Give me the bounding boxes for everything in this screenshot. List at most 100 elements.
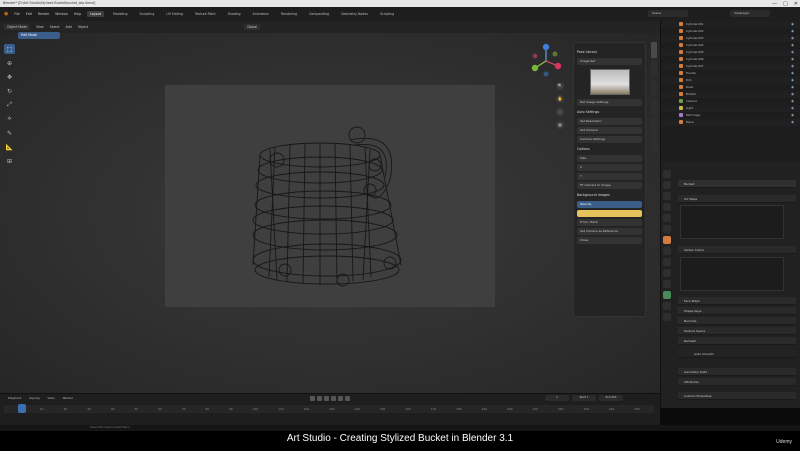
visibility-icon[interactable]: ◉	[791, 70, 794, 77]
tab-texture-paint[interactable]: Texture Paint	[192, 11, 219, 17]
bucket-wireframe[interactable]	[165, 85, 495, 307]
visibility-icon[interactable]: ◉	[791, 49, 794, 56]
end-frame-field[interactable]: End 250	[599, 395, 623, 401]
set-camera-reference-button[interactable]: Set Camera as Reference	[577, 228, 642, 235]
zoom-icon[interactable]: 🔍	[556, 82, 564, 90]
fit-camera-button[interactable]: Fit Camera to Image	[577, 182, 642, 189]
outliner-row[interactable]: Cylinder.003 ◉	[661, 35, 800, 42]
measure-icon[interactable]: 📐	[4, 142, 15, 152]
visibility-icon[interactable]: ◉	[791, 63, 794, 70]
visibility-icon[interactable]: ◉	[791, 84, 794, 91]
npanel-ref-settings[interactable]: Ref Image Settings	[577, 99, 642, 106]
close-icon[interactable]: ✕	[794, 1, 798, 7]
visibility-icon[interactable]: ◉	[791, 119, 794, 126]
navigation-gizmo[interactable]	[527, 42, 565, 80]
material-tab-icon[interactable]	[663, 302, 671, 310]
visibility-icon[interactable]: ◉	[791, 91, 794, 98]
tab-edit[interactable]	[651, 99, 657, 115]
tab-shading[interactable]: Shading	[225, 11, 244, 17]
blender-logo-icon[interactable]: ◉	[4, 11, 8, 17]
play-icon[interactable]	[331, 396, 336, 401]
outliner-row[interactable]: Cylinder.005 ◉	[661, 49, 800, 56]
outliner-row[interactable]: Cylinder.001 ◉	[661, 21, 800, 28]
vertex-color-list[interactable]	[680, 257, 784, 291]
timeline-menu-playback[interactable]: Playback	[8, 395, 21, 402]
constraints-tab-icon[interactable]	[663, 280, 671, 288]
tab-animation[interactable]: Animation	[250, 11, 272, 17]
visibility-icon[interactable]: ◉	[791, 98, 794, 105]
size-field[interactable]: Size	[577, 155, 642, 162]
outliner-row[interactable]: Handle ◉	[661, 70, 800, 77]
output-tab-icon[interactable]	[663, 192, 671, 200]
menu-edit[interactable]: Edit	[26, 12, 32, 16]
outliner-row[interactable]: Rivet ◉	[661, 84, 800, 91]
next-key-icon[interactable]	[338, 396, 343, 401]
data-tab-icon[interactable]	[663, 291, 671, 299]
cursor-icon[interactable]: ⊕	[4, 58, 15, 68]
set-resolution-button[interactable]: Set Resolution	[577, 118, 642, 125]
close-button[interactable]: Close	[577, 237, 642, 244]
menu-render[interactable]: Render	[38, 12, 49, 16]
tool-tab-icon[interactable]	[663, 170, 671, 178]
section-texture-space[interactable]: Texture Space	[678, 327, 796, 335]
auto-smooth-label[interactable]: Auto Smooth	[678, 350, 796, 358]
pan-icon[interactable]: ✋	[556, 95, 564, 103]
tab-addon-2[interactable]	[651, 137, 657, 153]
transform-icon[interactable]: ⟡	[4, 114, 15, 124]
visibility-icon[interactable]: ◉	[791, 112, 794, 119]
render-tab-icon[interactable]	[663, 181, 671, 189]
tab-sculpting[interactable]: Sculpting	[136, 11, 157, 17]
outliner-row[interactable]: Plane ◉	[661, 119, 800, 126]
menu-object[interactable]: Object	[78, 25, 88, 29]
uv-map-list[interactable]	[680, 205, 784, 239]
timeline-menu-keying[interactable]: Keying	[29, 395, 39, 402]
visibility-icon[interactable]: ◉	[791, 56, 794, 63]
visibility-icon[interactable]: ◉	[791, 21, 794, 28]
camera-settings-button[interactable]: Camera Settings	[577, 136, 642, 143]
annotate-icon[interactable]: ✎	[4, 128, 15, 138]
tab-item[interactable]	[651, 42, 657, 58]
tab-addon[interactable]	[651, 118, 657, 134]
section-uv-maps[interactable]: UV Maps	[678, 195, 796, 203]
view-layer-selector[interactable]: ViewLayer	[730, 10, 770, 17]
menu-help[interactable]: Help	[74, 12, 81, 16]
tab-rendering[interactable]: Rendering	[278, 11, 300, 17]
section-normals[interactable]: Normals	[678, 317, 796, 325]
modifier-tab-icon[interactable]	[663, 247, 671, 255]
outliner-row[interactable]: Bottom ◉	[661, 91, 800, 98]
section-geometry-data[interactable]: Geometry Data	[678, 368, 796, 376]
object-tab-icon[interactable]	[663, 236, 671, 244]
outliner[interactable]: Cylinder.001 ◉ Cylinder.002 ◉ Cylinder.003…	[660, 21, 800, 161]
section-vertex-colors[interactable]: Vertex Colors	[678, 246, 796, 254]
ortho-toggle-icon[interactable]: ▦	[556, 121, 564, 129]
menu-file[interactable]: File	[14, 12, 19, 16]
npanel-options-header[interactable]: Options	[577, 146, 642, 153]
maximize-icon[interactable]: □	[783, 1, 788, 7]
particles-tab-icon[interactable]	[663, 258, 671, 266]
outliner-row[interactable]: Light ◉	[661, 105, 800, 112]
minimize-icon[interactable]: —	[772, 1, 777, 7]
world-tab-icon[interactable]	[663, 225, 671, 233]
mode-dropdown[interactable]: Object Mode	[4, 24, 31, 30]
tab-modeling[interactable]: Modeling	[110, 11, 131, 17]
visibility-icon[interactable]: ◉	[791, 28, 794, 35]
visibility-icon[interactable]: ◉	[791, 42, 794, 49]
color-swatch[interactable]	[577, 210, 642, 217]
visibility-icon[interactable]: ◉	[791, 77, 794, 84]
set-camera-button[interactable]: Set Camera	[577, 127, 642, 134]
outliner-row[interactable]: Cylinder.004 ◉	[661, 42, 800, 49]
outliner-row[interactable]: Rim ◉	[661, 77, 800, 84]
tab-geometry-nodes[interactable]: Geometry Nodes	[338, 11, 371, 17]
tab-compositing[interactable]: Compositing	[306, 11, 332, 17]
properties-object-name[interactable]: Bucket	[678, 180, 796, 188]
visibility-icon[interactable]: ◉	[791, 35, 794, 42]
timeline-ruler[interactable]: 0102030405060708090100110120130140150160…	[4, 405, 654, 413]
npanel-background-header[interactable]: Background Images	[577, 192, 642, 199]
tab-uv-editing[interactable]: UV Editing	[163, 11, 186, 17]
reference-thumbnail[interactable]	[589, 69, 630, 95]
section-remesh[interactable]: Remesh	[678, 337, 796, 345]
menu-select[interactable]: Select	[50, 25, 60, 29]
menu-view[interactable]: View	[36, 25, 44, 29]
menu-add[interactable]: Add	[66, 25, 72, 29]
physics-tab-icon[interactable]	[663, 269, 671, 277]
